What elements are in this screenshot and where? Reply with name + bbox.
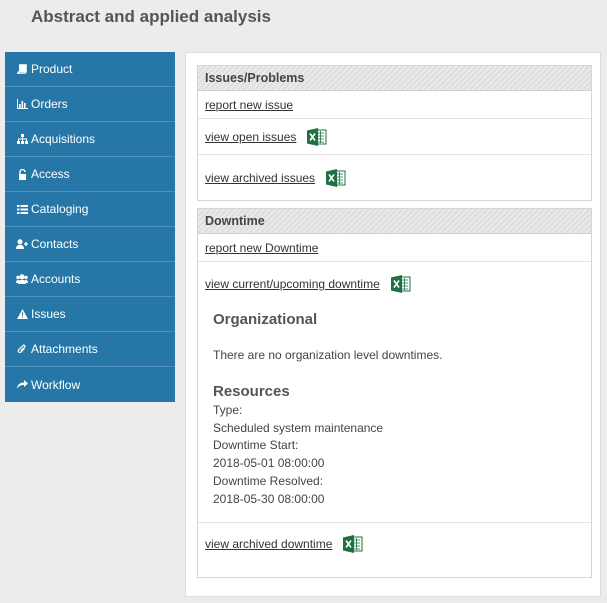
issues-archived-row: view archived issues — [198, 155, 591, 200]
sidebar-item-orders[interactable]: Orders — [5, 87, 175, 122]
downtime-resolved-label: Downtime Resolved: — [213, 474, 324, 488]
downtime-start-label: Downtime Start: — [213, 438, 299, 452]
sidebar-item-label: Issues — [31, 307, 66, 321]
type-label: Type: — [213, 403, 243, 417]
sidebar-item-label: Access — [31, 167, 70, 181]
divider — [198, 522, 591, 523]
unlock-icon — [15, 168, 29, 180]
issues-heading: Issues/Problems — [198, 66, 591, 91]
sidebar-item-label: Cataloging — [31, 202, 89, 216]
sidebar-item-label: Orders — [31, 97, 68, 111]
share-icon — [15, 379, 29, 390]
report-new-issue-link[interactable]: report new issue — [205, 98, 293, 112]
organizational-message: There are no organization level downtime… — [213, 348, 443, 362]
resources-heading: Resources — [213, 383, 290, 400]
sidebar-item-issues[interactable]: Issues — [5, 297, 175, 332]
page-title: Abstract and applied analysis — [31, 7, 271, 26]
sidebar-item-label: Workflow — [31, 377, 81, 392]
paperclip-icon — [15, 344, 29, 355]
issues-open-row: view open issues — [198, 119, 591, 155]
excel-export-icon[interactable] — [307, 127, 327, 146]
sidebar-item-attachments[interactable]: Attachments — [5, 332, 175, 367]
sitemap-icon — [15, 134, 29, 144]
sidebar-item-label: Product — [31, 62, 73, 76]
downtime-archived-row: view archived downtime — [205, 535, 363, 553]
sidebar-item-cataloging[interactable]: Cataloging — [5, 192, 175, 227]
downtime-report-row: report new Downtime — [198, 234, 591, 262]
downtime-heading: Downtime — [198, 209, 591, 234]
type-value: Scheduled system maintenance — [213, 421, 384, 435]
downtime-current-row: view current/upcoming downtime — [205, 275, 411, 293]
view-archived-downtime-link[interactable]: view archived downtime — [205, 537, 332, 551]
sidebar-item-workflow[interactable]: Workflow — [5, 367, 175, 402]
list-icon — [15, 204, 29, 214]
view-current-downtime-link[interactable]: view current/upcoming downtime — [205, 277, 380, 291]
excel-export-icon[interactable] — [390, 275, 411, 293]
organizational-heading: Organizational — [213, 311, 318, 328]
bar-chart-icon — [15, 99, 29, 109]
view-archived-issues-link[interactable]: view archived issues — [205, 171, 315, 185]
downtime-panel: Downtime report new Downtime view curren… — [197, 208, 592, 578]
report-new-downtime-link[interactable]: report new Downtime — [205, 241, 318, 255]
sidebar-item-label: Attachments — [31, 342, 98, 356]
view-open-issues-link[interactable]: view open issues — [205, 130, 296, 144]
warning-icon — [15, 309, 29, 319]
issues-report-row: report new issue — [198, 91, 591, 119]
sidebar-item-label: Contacts — [31, 237, 79, 251]
book-icon — [15, 64, 29, 74]
sidebar-item-acquisitions[interactable]: Acquisitions — [5, 122, 175, 157]
excel-export-icon[interactable] — [326, 168, 346, 187]
downtime-start-value: 2018-05-01 08:00:00 — [213, 456, 325, 470]
main-content: Issues/Problems report new issue view op… — [185, 52, 601, 597]
users-icon — [15, 274, 29, 284]
sidebar-item-product[interactable]: Product — [5, 52, 175, 87]
issues-panel: Issues/Problems report new issue view op… — [197, 65, 592, 201]
sidebar-nav: Product Orders Acquisitions Access Catal… — [5, 52, 175, 402]
excel-export-icon[interactable] — [343, 535, 363, 553]
sidebar-item-contacts[interactable]: Contacts — [5, 227, 175, 262]
sidebar-item-accounts[interactable]: Accounts — [5, 262, 175, 297]
sidebar-item-label: Acquisitions — [31, 132, 96, 146]
downtime-resolved-value: 2018-05-30 08:00:00 — [213, 492, 325, 506]
sidebar-item-access[interactable]: Access — [5, 157, 175, 192]
sidebar-item-label: Accounts — [31, 272, 81, 286]
user-plus-icon — [15, 239, 29, 249]
